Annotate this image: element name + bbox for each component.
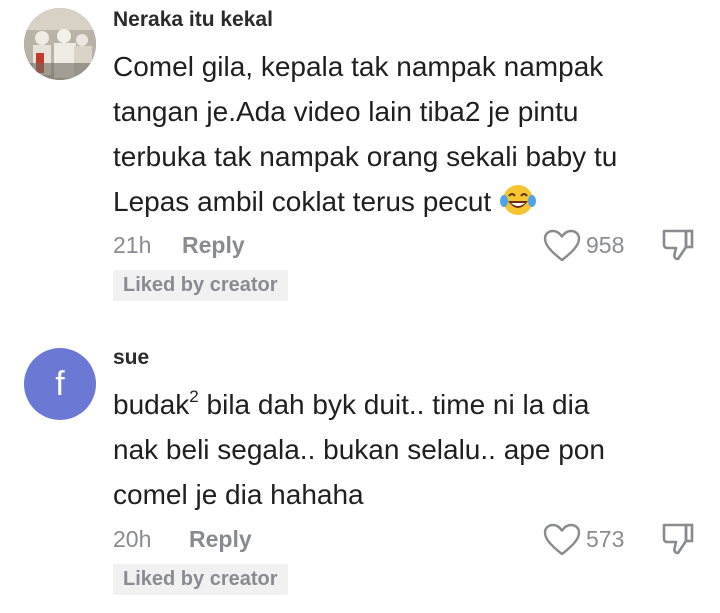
comment-line: budak2 bila dah byk duit.. time ni la di…: [113, 382, 703, 427]
avatar-letter: f: [55, 364, 65, 403]
reply-button[interactable]: Reply: [182, 232, 245, 259]
comment-line: comel je dia hahaha: [113, 479, 364, 510]
username[interactable]: Neraka itu kekal: [113, 8, 273, 32]
comment-line: tangan je.Ada video lain tiba2 je pintu: [113, 96, 579, 127]
liked-by-creator-badge: Liked by creator: [113, 564, 288, 595]
comment-word: budak: [113, 389, 190, 420]
superscript: 2: [189, 386, 199, 406]
avatar[interactable]: [24, 8, 96, 80]
liked-by-creator-badge: Liked by creator: [113, 270, 288, 301]
like-count: 573: [586, 526, 625, 552]
thumbs-down-icon[interactable]: [661, 521, 695, 562]
comment-line-text: Lepas ambil coklat terus pecut: [113, 186, 492, 217]
thumbs-down-icon[interactable]: [661, 227, 695, 268]
comment-text: Comel gila, kepala tak nampak nampak tan…: [113, 44, 703, 230]
avatar[interactable]: f: [24, 348, 96, 420]
timestamp: 20h: [113, 526, 152, 552]
comment-line-text: bila dah byk duit.. time ni la dia: [198, 389, 590, 420]
comment-line-last: Lepas ambil coklat terus pecut: [113, 179, 703, 230]
timestamp: 21h: [113, 232, 152, 258]
heart-outline-icon[interactable]: [543, 523, 581, 562]
comment-line: terbuka tak nampak orang sekali baby tu: [113, 141, 618, 172]
heart-outline-icon[interactable]: [543, 229, 581, 268]
laughing-tears-emoji-icon: [499, 183, 537, 230]
reply-button[interactable]: Reply: [189, 526, 252, 553]
comment-line: Comel gila, kepala tak nampak nampak: [113, 51, 604, 82]
profile-photo-icon: [24, 8, 96, 80]
comment-text: budak2 bila dah byk duit.. time ni la di…: [113, 382, 703, 517]
like-count: 958: [586, 232, 625, 258]
username[interactable]: sue: [113, 346, 149, 370]
comment-line: nak beli segala.. bukan selalu.. ape pon: [113, 434, 605, 465]
